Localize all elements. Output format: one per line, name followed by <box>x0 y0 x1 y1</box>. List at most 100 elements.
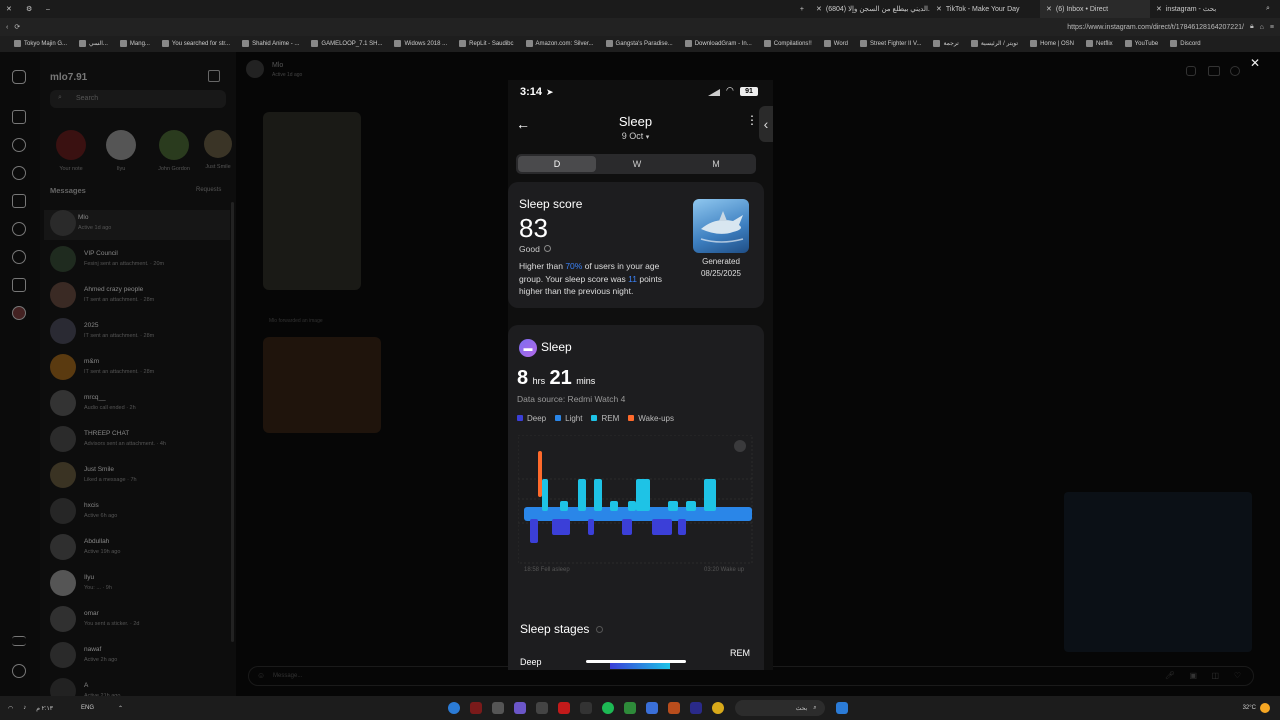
chevron-up-icon[interactable]: ⌃ <box>118 705 123 712</box>
bookmark-item[interactable]: RepLit - Saudibc <box>459 40 514 48</box>
bookmark-item[interactable]: Word <box>823 40 848 48</box>
menu-icon[interactable]: ≡ <box>1270 24 1274 31</box>
conversation-item[interactable]: Ilyu You: ... · 9h <box>50 570 230 600</box>
edge-icon[interactable] <box>447 702 460 714</box>
instagram-icon[interactable] <box>12 70 26 84</box>
bookmark-item[interactable]: Widows 2018 ... <box>394 40 447 48</box>
requests-link[interactable]: Requests <box>196 187 221 193</box>
windows-start-icon[interactable] <box>835 702 848 714</box>
gallery-icon[interactable]: ▣ <box>1189 671 1197 680</box>
shared-post-image[interactable] <box>263 112 361 290</box>
taskbar-search[interactable]: بحث ⌕ <box>734 700 825 716</box>
bookmark-item[interactable]: YouTube <box>1124 40 1158 48</box>
search-icon[interactable] <box>12 138 26 152</box>
sleep-duration-card[interactable]: ▬ Sleep 8 hrs 21 mins Data source: Redmi… <box>508 325 764 670</box>
info-icon[interactable] <box>544 245 552 252</box>
threads-icon[interactable] <box>12 664 26 678</box>
more-options-icon[interactable]: ⋮ <box>746 114 758 126</box>
conversation-item[interactable]: VIP Council Fesinj sent an attachment. · … <box>50 246 230 276</box>
window-close-icon[interactable]: ✕ <box>0 0 20 18</box>
conversation-item[interactable]: Ahmed crazy people IT sent an attachment.… <box>50 282 230 312</box>
url-text[interactable]: https://www.instagram.com/direct/t/17846… <box>1067 24 1244 31</box>
app-icon[interactable] <box>469 702 482 714</box>
notifications-icon[interactable] <box>12 250 26 264</box>
tab-instagram-inbox[interactable]: ✕ (6) Inbox • Direct <box>1040 0 1150 18</box>
home-icon[interactable]: ⌂ <box>1260 24 1264 31</box>
note-item[interactable]: Ilyu <box>102 118 140 178</box>
bookmark-item[interactable]: Shahid Anime - ... <box>242 40 299 48</box>
volume-icon[interactable]: ♪ <box>23 705 26 711</box>
app-icon[interactable] <box>535 702 548 714</box>
conversation-item[interactable]: Abdullah Active 19h ago <box>50 534 230 564</box>
bookmark-item[interactable]: Compilations!! <box>763 40 812 48</box>
tab-tiktok[interactable]: ✕ TikTok - Make Your Day <box>930 0 1040 18</box>
info-icon[interactable] <box>1230 66 1240 76</box>
conversation-item[interactable]: Just Smile Liked a message · 7h <box>50 462 230 492</box>
tab-instagram-search[interactable]: ✕ instagram - بحث <box>1150 0 1260 18</box>
xbox-icon[interactable] <box>623 702 636 714</box>
create-icon[interactable] <box>12 278 26 292</box>
call-icon[interactable] <box>1186 66 1196 76</box>
weather-widget[interactable]: 32°C <box>1243 703 1270 713</box>
tab-month[interactable]: M <box>678 156 754 172</box>
sleep-hypnogram[interactable] <box>518 435 754 565</box>
chrome-icon[interactable] <box>711 702 724 714</box>
bookmark-item[interactable]: تويتر / الرئيسية <box>970 40 1018 48</box>
reload-icon[interactable]: ⟳ <box>14 23 20 31</box>
inbox-username[interactable]: mlo7.91 <box>50 72 87 83</box>
bookmark-item[interactable]: GAMELOOP_7.1 SH... <box>311 40 382 48</box>
emoji-icon[interactable]: ☺ <box>257 671 265 680</box>
close-icon[interactable]: ✕ <box>816 5 822 13</box>
conversation-item[interactable]: 2025 IT sent an attachment. · 28m <box>50 318 230 348</box>
bookmark-item[interactable]: Home | OSN <box>1030 40 1074 48</box>
note-item[interactable]: Your note <box>52 118 90 178</box>
profile-icon[interactable] <box>12 306 26 320</box>
info-icon[interactable] <box>595 626 603 633</box>
bookmark-item[interactable]: Tokyo Majin G... <box>14 40 67 48</box>
shark-badge-image[interactable] <box>693 199 749 253</box>
heart-icon[interactable]: ♡ <box>1234 671 1241 680</box>
conversation-item[interactable]: mrcq__ Audio call ended · 2h <box>50 390 230 420</box>
bookmark-item[interactable]: Netflix <box>1085 40 1113 48</box>
home-icon[interactable] <box>12 110 26 124</box>
bookmark-item[interactable]: السي... <box>79 40 108 48</box>
tab-day[interactable]: D <box>518 156 596 172</box>
bookmark-item[interactable]: Discord <box>1170 40 1201 48</box>
clock[interactable]: ٢:١٣ م <box>36 705 53 712</box>
bookmark-item[interactable]: Gangsta's Paradise... <box>605 40 673 48</box>
conversation-item[interactable]: m&m IT sent an attachment. · 28m <box>50 354 230 384</box>
thumbnail-grid[interactable] <box>1064 492 1252 652</box>
tab-youtube[interactable]: ✕ (6804) الديني بيطلع من السجن وإلا... <box>810 0 930 18</box>
close-icon[interactable]: ✕ <box>1156 5 1162 13</box>
back-icon[interactable]: ‹ <box>6 24 8 31</box>
settings-icon[interactable]: ⚙ <box>20 0 40 18</box>
close-viewer-button[interactable]: ✕ <box>1250 56 1260 70</box>
search-input[interactable]: ⌕ Search <box>50 90 226 108</box>
app-icon[interactable] <box>689 702 702 714</box>
reels-icon[interactable] <box>12 194 26 208</box>
app-icon[interactable] <box>667 702 680 714</box>
dog-image[interactable] <box>263 337 381 433</box>
sleep-score-card[interactable]: Sleep score 83 Good Higher than 70% of u… <box>508 182 764 308</box>
conversation-item[interactable]: THREEP CHAT Advisors sent an attachment. … <box>50 426 230 456</box>
wifi-tray-icon[interactable]: ◠ <box>8 705 13 712</box>
compose-icon[interactable] <box>208 70 220 82</box>
scrollbar[interactable] <box>231 202 234 642</box>
note-item[interactable]: John Gordon <box>152 118 196 178</box>
side-handle-chevron-icon[interactable]: ‹ <box>759 106 773 142</box>
bookmark-item[interactable]: DownloadGram - In... <box>684 40 752 48</box>
tab-week[interactable]: W <box>598 156 676 172</box>
bookmark-item[interactable]: Amazon.com: Silver... <box>525 40 594 48</box>
more-menu-icon[interactable] <box>12 636 26 646</box>
bookmark-item[interactable]: ترجمة <box>933 40 959 48</box>
close-icon[interactable]: ✕ <box>936 5 942 13</box>
app-icon[interactable] <box>579 702 592 714</box>
video-icon[interactable] <box>1208 66 1220 76</box>
close-icon[interactable]: ✕ <box>1046 5 1052 13</box>
app-icon[interactable] <box>557 702 570 714</box>
minimize-icon[interactable]: – <box>40 0 60 18</box>
language-indicator[interactable]: ENG <box>81 705 94 711</box>
conversation-item[interactable]: nawaf Active 2h ago <box>50 642 230 672</box>
conversation-item[interactable]: omar You sent a sticker. · 2d <box>50 606 230 636</box>
app-icon[interactable] <box>491 702 504 714</box>
